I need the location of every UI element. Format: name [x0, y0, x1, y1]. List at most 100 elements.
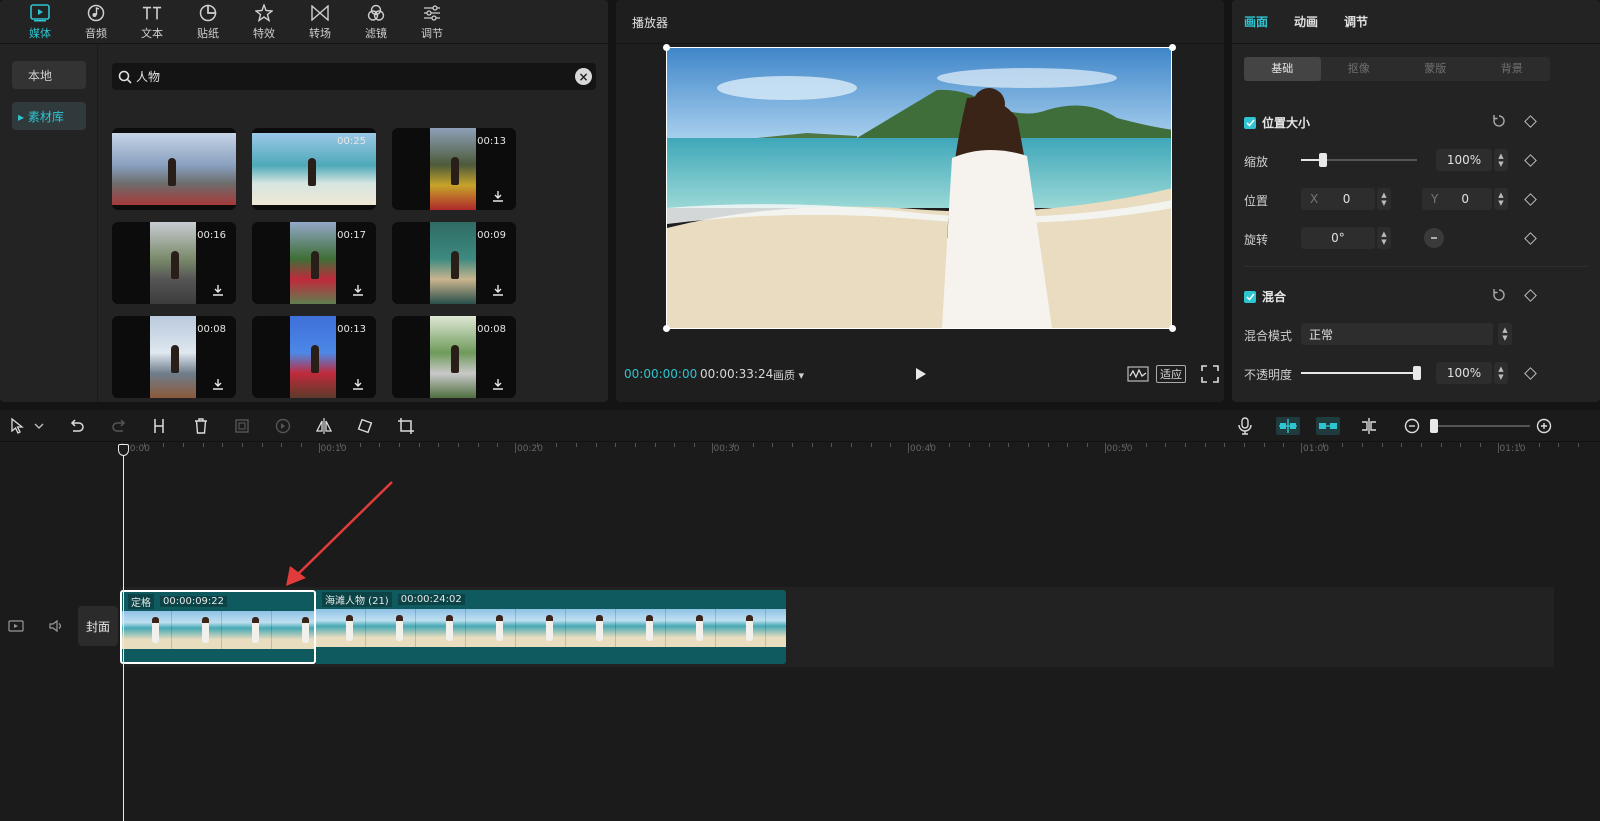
- scale-stepper[interactable]: ▲ ▼: [1494, 149, 1508, 171]
- resize-handle[interactable]: [1169, 325, 1176, 332]
- download-icon[interactable]: [492, 190, 504, 202]
- fullscreen-icon[interactable]: [1199, 365, 1221, 383]
- mirror-icon[interactable]: [315, 417, 333, 435]
- zoom-in-icon[interactable]: [1535, 417, 1553, 435]
- tab-transition[interactable]: 转场: [292, 0, 348, 44]
- media-thumbnail[interactable]: [112, 128, 236, 210]
- select-tool-icon[interactable]: [9, 417, 27, 435]
- preview-axis-icon[interactable]: [1360, 417, 1378, 435]
- media-thumbnail[interactable]: 00:13: [252, 316, 376, 398]
- position-y-stepper[interactable]: ▲ ▼: [1494, 188, 1508, 210]
- timeline-clip[interactable]: 海滩人物 (21) 00:00:24:02: [316, 590, 786, 664]
- opacity-stepper[interactable]: ▲ ▼: [1494, 362, 1508, 384]
- speaker-icon[interactable]: [48, 618, 64, 634]
- position-size-checkbox[interactable]: [1244, 116, 1256, 129]
- opacity-field[interactable]: 100%: [1436, 362, 1492, 384]
- download-icon[interactable]: [212, 378, 224, 390]
- reset-icon[interactable]: [1492, 288, 1506, 302]
- tab-media[interactable]: 媒体: [12, 0, 68, 44]
- subtab-basic[interactable]: 基础: [1244, 57, 1321, 81]
- chevron-down-icon[interactable]: [33, 417, 45, 435]
- position-x-field[interactable]: X0: [1301, 188, 1375, 210]
- position-y-field[interactable]: Y0: [1422, 188, 1492, 210]
- chevron-up-icon: ▲: [1502, 326, 1508, 334]
- blend-mode-stepper[interactable]: ▲ ▼: [1498, 323, 1512, 345]
- delete-icon[interactable]: [192, 417, 210, 435]
- blend-mode-select[interactable]: 正常: [1301, 323, 1493, 345]
- media-thumbnail[interactable]: 00:17: [252, 222, 376, 304]
- playhead-handle[interactable]: [118, 444, 129, 456]
- rotate-stepper[interactable]: ▲ ▼: [1377, 227, 1391, 249]
- tab-audio[interactable]: 音频: [68, 0, 124, 44]
- resize-handle[interactable]: [663, 325, 670, 332]
- rotate-field[interactable]: 0°: [1301, 227, 1375, 249]
- resize-handle[interactable]: [663, 44, 670, 51]
- ruler-minor-tick: [477, 443, 479, 447]
- cover-button[interactable]: 封面: [78, 606, 118, 646]
- video-track-icon[interactable]: [8, 618, 24, 634]
- fit-button[interactable]: 适应: [1156, 365, 1186, 383]
- scale-slider-handle[interactable]: [1319, 153, 1328, 167]
- sidebar-item-library[interactable]: ▸ 素材库: [12, 102, 86, 130]
- tab-filter[interactable]: 滤镜: [348, 0, 404, 44]
- tab-text[interactable]: 文本: [124, 0, 180, 44]
- opacity-slider-handle[interactable]: [1413, 366, 1421, 380]
- subtab-background[interactable]: 背景: [1474, 57, 1551, 81]
- download-icon[interactable]: [492, 284, 504, 296]
- keyframe-icon[interactable]: [1524, 193, 1537, 206]
- tab-effects[interactable]: 特效: [236, 0, 292, 44]
- download-icon[interactable]: [212, 284, 224, 296]
- play-icon[interactable]: [913, 367, 927, 381]
- keyframe-icon[interactable]: [1524, 367, 1537, 380]
- keyframe-icon[interactable]: [1524, 154, 1537, 167]
- auto-snap-icon[interactable]: [1276, 417, 1300, 435]
- download-icon[interactable]: [492, 378, 504, 390]
- keyframe-icon[interactable]: [1524, 115, 1537, 128]
- microphone-icon[interactable]: [1236, 417, 1254, 435]
- redo-icon[interactable]: [110, 417, 128, 435]
- tab-adjust[interactable]: 调节: [404, 0, 460, 44]
- media-thumbnail[interactable]: 00:09: [392, 222, 516, 304]
- split-icon[interactable]: [150, 417, 168, 435]
- undo-icon[interactable]: [68, 417, 86, 435]
- keyframe-icon[interactable]: [1524, 289, 1537, 302]
- resize-handle[interactable]: [1169, 44, 1176, 51]
- tab-sticker[interactable]: 贴纸: [180, 0, 236, 44]
- media-thumbnail[interactable]: 00:08: [392, 316, 516, 398]
- download-icon[interactable]: [352, 378, 364, 390]
- download-icon[interactable]: [352, 284, 364, 296]
- tab-animation[interactable]: 动画: [1294, 13, 1318, 30]
- video-preview[interactable]: [666, 47, 1172, 329]
- media-thumbnail[interactable]: 00:25: [252, 128, 376, 210]
- rotate-icon[interactable]: [356, 417, 374, 435]
- reset-icon[interactable]: [1492, 114, 1506, 128]
- media-thumbnail[interactable]: 00:16: [112, 222, 236, 304]
- position-x-stepper[interactable]: ▲ ▼: [1377, 188, 1391, 210]
- freeze-icon[interactable]: [233, 417, 251, 435]
- rotation-dial[interactable]: [1424, 228, 1444, 248]
- blend-checkbox[interactable]: [1244, 290, 1256, 303]
- zoom-slider-handle[interactable]: [1430, 419, 1438, 433]
- waveform-icon[interactable]: [1127, 365, 1149, 383]
- crop-icon[interactable]: [397, 417, 415, 435]
- timeline-clip[interactable]: 定格 00:00:09:22: [120, 590, 316, 664]
- search-input[interactable]: [136, 69, 566, 84]
- media-thumbnail[interactable]: 00:13: [392, 128, 516, 210]
- tab-adjust-props[interactable]: 调节: [1344, 13, 1368, 30]
- keyframe-icon[interactable]: [1524, 232, 1537, 245]
- sidebar-item-local[interactable]: 本地: [12, 61, 86, 89]
- time-ruler[interactable]: 00:00 00:10 00:20 00:30 00:40 00:50 01:00 01:10: [0, 443, 1600, 461]
- subtab-cutout[interactable]: 抠像: [1321, 57, 1398, 81]
- link-track-icon[interactable]: [1316, 417, 1340, 435]
- tab-picture[interactable]: 画面: [1244, 13, 1268, 30]
- quality-dropdown[interactable]: 画质 ▾: [773, 367, 804, 383]
- ruler-minor-tick: [163, 443, 165, 447]
- reverse-icon[interactable]: [274, 417, 292, 435]
- media-thumbnail[interactable]: 00:08: [112, 316, 236, 398]
- zoom-out-icon[interactable]: [1403, 417, 1421, 435]
- clear-search-button[interactable]: ×: [575, 68, 592, 85]
- scale-field[interactable]: 100%: [1436, 149, 1492, 171]
- ruler-label: 00:50: [1106, 444, 1133, 454]
- subtab-mask[interactable]: 蒙版: [1397, 57, 1474, 81]
- subtab-bar: 基础 抠像 蒙版 背景: [1244, 57, 1550, 81]
